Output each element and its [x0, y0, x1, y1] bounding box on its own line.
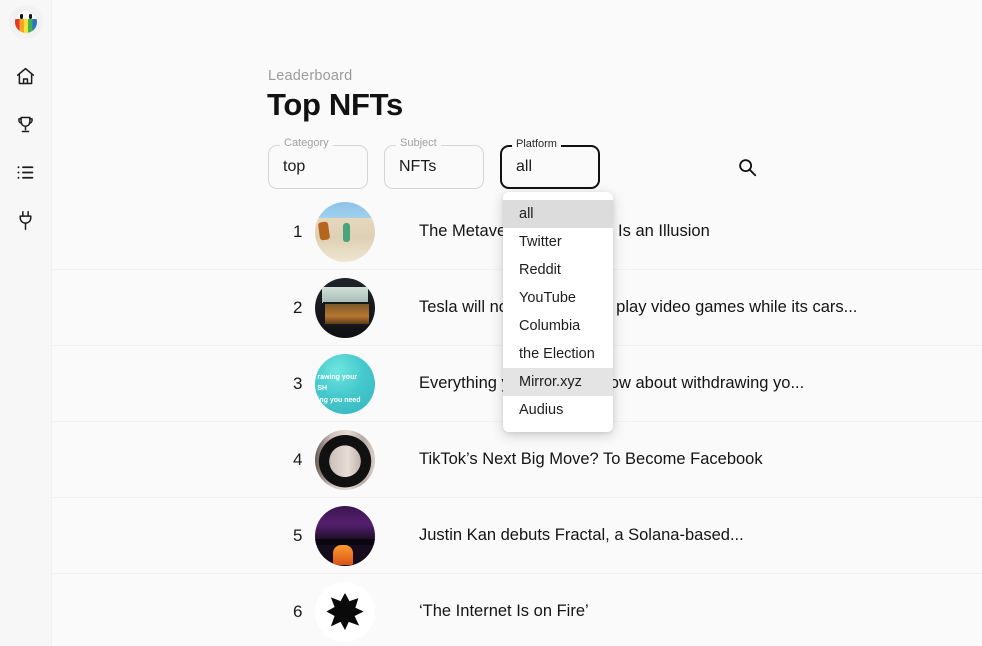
- thumbnail-image: [315, 582, 375, 642]
- dropdown-option[interactable]: Twitter: [503, 228, 613, 256]
- breadcrumb: Leaderboard: [268, 68, 352, 84]
- row-rank: 3: [52, 374, 293, 394]
- page-title: Top NFTs: [267, 87, 403, 123]
- logo-eye-right: [29, 14, 32, 19]
- row-thumbnail: [315, 278, 375, 338]
- row-rank: 1: [52, 222, 293, 242]
- trophy-icon: [15, 114, 36, 135]
- main-content: Leaderboard Top NFTs Category top Subjec…: [52, 0, 982, 646]
- subject-label: Subject: [396, 138, 441, 149]
- dropdown-option[interactable]: Mirror.xyz: [503, 368, 613, 396]
- thumbnail-image: [315, 202, 375, 262]
- plug-icon: [15, 210, 36, 231]
- table-row[interactable]: 4 TikTok’s Next Big Move? To Become Faceb…: [52, 422, 982, 498]
- table-row[interactable]: 6 ‘The Internet Is on Fire’: [52, 574, 982, 646]
- list-icon: [15, 162, 36, 183]
- platform-label: Platform: [512, 139, 561, 150]
- row-thumbnail: [315, 202, 375, 262]
- row-title: Tesla will no longer let you play video …: [419, 298, 857, 317]
- sidebar-item-integrations[interactable]: [6, 205, 46, 235]
- category-value: top: [283, 159, 305, 175]
- sidebar-item-lists[interactable]: [6, 157, 46, 187]
- dropdown-option[interactable]: Reddit: [503, 256, 613, 284]
- row-thumbnail: [315, 430, 375, 490]
- logo-eye-left: [20, 14, 23, 19]
- dropdown-option[interactable]: Audius: [503, 396, 613, 424]
- search-icon: [736, 156, 758, 181]
- category-label: Category: [280, 138, 333, 149]
- row-thumbnail: [315, 582, 375, 642]
- thumbnail-image: [315, 506, 375, 566]
- row-rank: 5: [52, 526, 293, 546]
- platform-field[interactable]: Platform all: [500, 145, 600, 189]
- dropdown-option[interactable]: Columbia: [503, 312, 613, 340]
- home-icon: [15, 66, 36, 87]
- thumbnail-image: [315, 278, 375, 338]
- platform-value: all: [516, 159, 532, 175]
- app-logo-mark: [15, 11, 37, 33]
- row-rank: 2: [52, 298, 293, 318]
- category-field[interactable]: Category top: [268, 145, 368, 189]
- subject-value: NFTs: [399, 159, 436, 175]
- subject-field[interactable]: Subject NFTs: [384, 145, 484, 189]
- search-button[interactable]: [733, 154, 761, 182]
- row-rank: 6: [52, 602, 293, 622]
- row-title: TikTok’s Next Big Move? To Become Facebo…: [419, 450, 763, 469]
- thumbnail-caption: rawing yourSHing you need: [317, 372, 372, 408]
- dropdown-option[interactable]: YouTube: [503, 284, 613, 312]
- thumbnail-image: rawing yourSHing you need: [315, 354, 375, 414]
- platform-dropdown-menu[interactable]: allTwitterRedditYouTubeColumbiathe Elect…: [503, 192, 613, 432]
- table-row[interactable]: 5 Justin Kan debuts Fractal, a Solana-bas…: [52, 498, 982, 574]
- sidebar-item-leaderboard[interactable]: [6, 109, 46, 139]
- sidebar-item-home[interactable]: [6, 61, 46, 91]
- row-title: Justin Kan debuts Fractal, a Solana-base…: [419, 526, 744, 545]
- app-logo[interactable]: [9, 5, 43, 39]
- sidebar-nav: [6, 61, 46, 235]
- sidebar: [0, 0, 52, 646]
- dropdown-option[interactable]: all: [503, 200, 613, 228]
- row-thumbnail: [315, 506, 375, 566]
- row-title: ‘The Internet Is on Fire’: [419, 602, 589, 621]
- thumbnail-image: [315, 430, 375, 490]
- dropdown-option[interactable]: the Election: [503, 340, 613, 368]
- row-rank: 4: [52, 450, 293, 470]
- app-root: Leaderboard Top NFTs Category top Subjec…: [0, 0, 982, 646]
- row-thumbnail: rawing yourSHing you need: [315, 354, 375, 414]
